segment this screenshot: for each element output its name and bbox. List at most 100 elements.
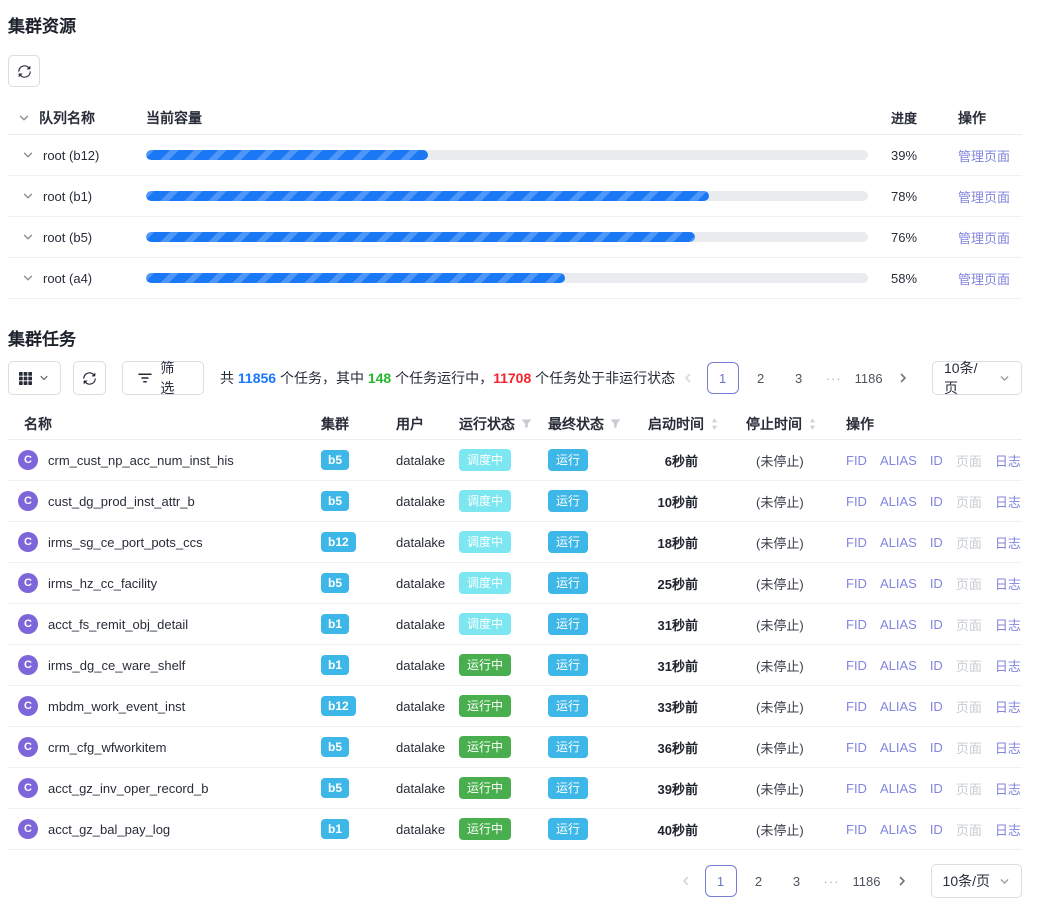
task-stop-time: (未停止) (746, 533, 846, 552)
chevron-down-icon (999, 876, 1010, 887)
run-status-badge: 调度中 (459, 449, 511, 471)
next-page-button[interactable] (889, 865, 915, 897)
page-button-3[interactable]: 3 (783, 362, 815, 394)
log-link[interactable]: 日志 (995, 574, 1021, 593)
alias-link[interactable]: ALIAS (880, 453, 917, 468)
alias-link[interactable]: ALIAS (880, 740, 917, 755)
alias-link[interactable]: ALIAS (880, 617, 917, 632)
capacity-progress-fill (146, 232, 695, 242)
start-time-sorter-icon[interactable] (710, 417, 719, 431)
id-link[interactable]: ID (930, 781, 943, 796)
page-link[interactable]: 页面 (956, 533, 982, 552)
manage-page-link[interactable]: 管理页面 (958, 231, 1010, 246)
page-button-2[interactable]: 2 (743, 865, 775, 897)
page-link[interactable]: 页面 (956, 451, 982, 470)
resources-section-title: 集群资源 (8, 12, 1022, 37)
id-link[interactable]: ID (930, 535, 943, 550)
log-link[interactable]: 日志 (995, 779, 1021, 798)
page-link[interactable]: 页面 (956, 492, 982, 511)
id-link[interactable]: ID (930, 617, 943, 632)
expand-queue-icon[interactable] (22, 272, 34, 284)
task-stop-time: (未停止) (746, 451, 846, 470)
id-link[interactable]: ID (930, 494, 943, 509)
page-link[interactable]: 页面 (956, 779, 982, 798)
refresh-resources-button[interactable] (8, 55, 40, 87)
log-link[interactable]: 日志 (995, 533, 1021, 552)
page-link[interactable]: 页面 (956, 574, 982, 593)
user-header: 用户 (396, 414, 459, 434)
task-stop-time: (未停止) (746, 656, 846, 675)
fid-link[interactable]: FID (846, 781, 867, 796)
expand-queue-icon[interactable] (22, 149, 34, 161)
page-link[interactable]: 页面 (956, 615, 982, 634)
id-link[interactable]: ID (930, 740, 943, 755)
alias-link[interactable]: ALIAS (880, 535, 917, 550)
fid-link[interactable]: FID (846, 535, 867, 550)
page-ellipsis[interactable]: ··· (821, 371, 847, 386)
log-link[interactable]: 日志 (995, 697, 1021, 716)
page-ellipsis[interactable]: ··· (819, 874, 845, 889)
final-status-filter-icon[interactable] (610, 418, 621, 429)
log-link[interactable]: 日志 (995, 738, 1021, 757)
page-button-last[interactable]: 1186 (853, 362, 885, 394)
id-link[interactable]: ID (930, 822, 943, 837)
fid-link[interactable]: FID (846, 658, 867, 673)
log-link[interactable]: 日志 (995, 820, 1021, 839)
task-stop-time: (未停止) (746, 574, 846, 593)
page-button-2[interactable]: 2 (745, 362, 777, 394)
final-status-header: 最终状态 (548, 414, 604, 434)
id-link[interactable]: ID (930, 576, 943, 591)
page-size-select[interactable]: 10条/页 (931, 864, 1022, 898)
fid-link[interactable]: FID (846, 822, 867, 837)
next-page-button[interactable] (891, 362, 916, 394)
id-link[interactable]: ID (930, 453, 943, 468)
manage-page-link[interactable]: 管理页面 (958, 272, 1010, 287)
alias-link[interactable]: ALIAS (880, 576, 917, 591)
refresh-tasks-button[interactable] (73, 361, 107, 395)
alias-link[interactable]: ALIAS (880, 658, 917, 673)
page-button-last[interactable]: 1186 (851, 865, 883, 897)
prev-page-button[interactable] (673, 865, 699, 897)
page-button-3[interactable]: 3 (781, 865, 813, 897)
fid-link[interactable]: FID (846, 576, 867, 591)
id-link[interactable]: ID (930, 699, 943, 714)
fid-link[interactable]: FID (846, 453, 867, 468)
task-avatar: C (18, 655, 38, 675)
page-link[interactable]: 页面 (956, 738, 982, 757)
task-summary: 共 11856 个任务，其中 148 个任务运行中，11708 个任务处于非运行… (220, 368, 675, 388)
log-link[interactable]: 日志 (995, 656, 1021, 675)
run-status-filter-icon[interactable] (521, 418, 532, 429)
prev-page-button[interactable] (675, 362, 700, 394)
alias-link[interactable]: ALIAS (880, 699, 917, 714)
page-button-1[interactable]: 1 (707, 362, 739, 394)
page-size-select[interactable]: 10条/页 (932, 361, 1022, 395)
capacity-header: 当前容量 (146, 108, 202, 128)
task-start-time: 33秒前 (648, 697, 746, 716)
page-link[interactable]: 页面 (956, 697, 982, 716)
alias-link[interactable]: ALIAS (880, 494, 917, 509)
expand-queue-icon[interactable] (22, 190, 34, 202)
final-status-badge: 运行 (548, 572, 588, 594)
collapse-all-queues-icon[interactable] (18, 112, 30, 124)
stop-time-sorter-icon[interactable] (808, 417, 817, 431)
page-link[interactable]: 页面 (956, 820, 982, 839)
log-link[interactable]: 日志 (995, 492, 1021, 511)
log-link[interactable]: 日志 (995, 615, 1021, 634)
expand-queue-icon[interactable] (22, 231, 34, 243)
manage-page-link[interactable]: 管理页面 (958, 190, 1010, 205)
manage-page-link[interactable]: 管理页面 (958, 149, 1010, 164)
alias-link[interactable]: ALIAS (880, 781, 917, 796)
progress-header: 进度 (868, 108, 937, 127)
filter-button[interactable]: 筛选 (122, 361, 204, 395)
fid-link[interactable]: FID (846, 699, 867, 714)
log-link[interactable]: 日志 (995, 451, 1021, 470)
id-link[interactable]: ID (930, 658, 943, 673)
alias-link[interactable]: ALIAS (880, 822, 917, 837)
fid-link[interactable]: FID (846, 740, 867, 755)
fid-link[interactable]: FID (846, 494, 867, 509)
page-link[interactable]: 页面 (956, 656, 982, 675)
page-button-1[interactable]: 1 (705, 865, 737, 897)
run-status-badge: 调度中 (459, 613, 511, 635)
column-settings-button[interactable] (8, 361, 61, 395)
fid-link[interactable]: FID (846, 617, 867, 632)
